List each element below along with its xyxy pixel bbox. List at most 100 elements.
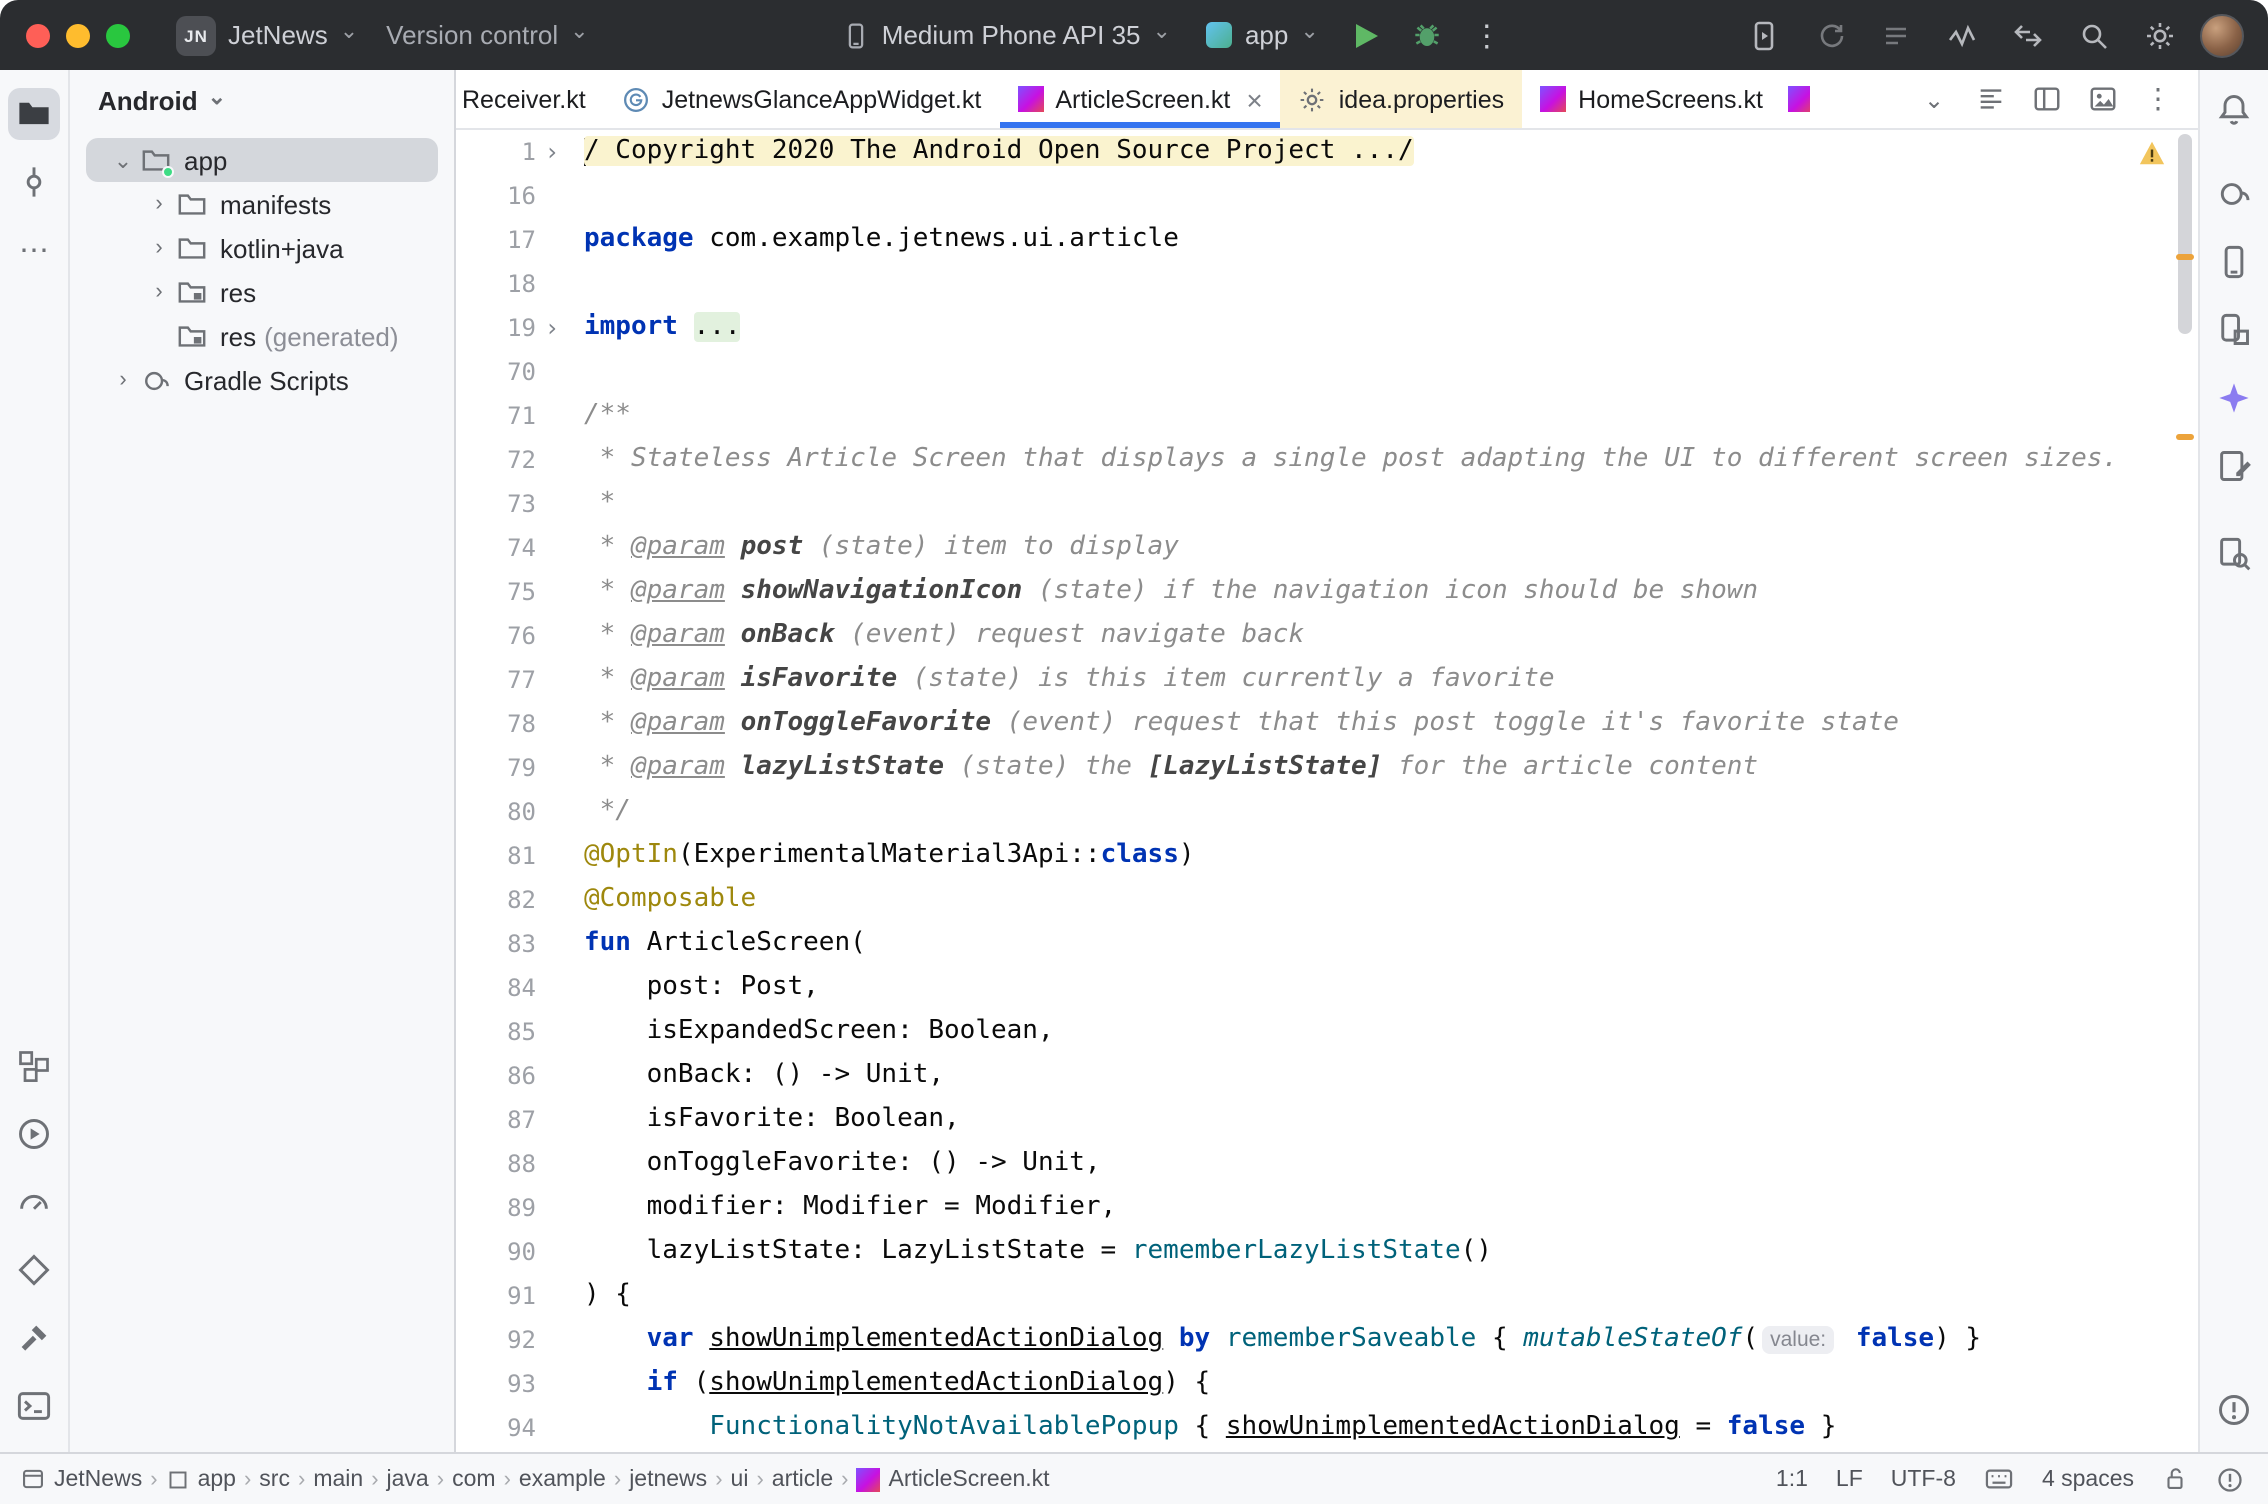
tab-partially-hidden[interactable] [1781, 70, 1811, 128]
code-line[interactable]: 73 * [456, 482, 2198, 526]
code-line[interactable]: 16 [456, 174, 2198, 218]
project-widget[interactable]: JN JetNews ⌄ [162, 9, 372, 61]
caret-position-widget[interactable]: 1:1 [1776, 1467, 1808, 1491]
profiler-tool-button[interactable] [8, 1176, 60, 1228]
line-separator-widget[interactable]: LF [1836, 1467, 1863, 1491]
code-line[interactable]: 90 lazyListState: LazyListState = rememb… [456, 1230, 2198, 1274]
notifications-button[interactable] [2208, 84, 2260, 136]
code-line[interactable]: 72 * Stateless Article Screen that displ… [456, 438, 2198, 482]
code-line[interactable]: 75 * @param showNavigationIcon (state) i… [456, 570, 2198, 614]
chevron-down-icon[interactable]: ⌄ [106, 147, 140, 173]
chevron-right-icon[interactable]: › [142, 192, 176, 216]
run-tool-button[interactable] [8, 1108, 60, 1160]
run-more-actions-button[interactable]: ⋮ [1461, 9, 1513, 61]
gemini-tool-button[interactable] [2208, 372, 2260, 424]
scrollbar-warning-mark[interactable] [2176, 254, 2194, 260]
editor-scrollbar[interactable] [2178, 134, 2192, 334]
find-tool-button[interactable] [2208, 528, 2260, 580]
editor-layout-button[interactable] [1966, 75, 2014, 123]
breadcrumb-item-jetnews[interactable]: jetnews [629, 1467, 707, 1491]
zoom-window-button[interactable] [106, 23, 130, 47]
task-list-button[interactable] [1870, 9, 1922, 61]
breadcrumb-item-com[interactable]: com [452, 1467, 495, 1491]
app-inspection-tool-button[interactable] [8, 1244, 60, 1296]
device-explorer-tool-button[interactable] [2208, 304, 2260, 356]
breadcrumb-item-src[interactable]: src [259, 1467, 290, 1491]
chevron-right-icon[interactable]: › [142, 280, 176, 304]
breadcrumb-item-app[interactable]: app [166, 1467, 236, 1491]
tree-item-res[interactable]: › res [86, 270, 438, 314]
terminal-tool-button[interactable] [8, 1380, 60, 1432]
code-line[interactable]: 87 isFavorite: Boolean, [456, 1098, 2198, 1142]
code-review-button[interactable] [2002, 9, 2054, 61]
settings-button[interactable] [2134, 9, 2186, 61]
breadcrumb-item-example[interactable]: example [519, 1467, 606, 1491]
tree-item-kotlin-java[interactable]: › kotlin+java [86, 226, 438, 270]
device-selector[interactable]: Medium Phone API 35 ⌄ [828, 14, 1185, 56]
indent-widget[interactable]: 4 spaces [2042, 1467, 2134, 1491]
gradle-tool-button[interactable] [2208, 168, 2260, 220]
inspections-widget[interactable] [2138, 140, 2166, 166]
compose-preview-tool-button[interactable] [2208, 440, 2260, 492]
tabbar-more-button[interactable]: ⋮ [2134, 75, 2182, 123]
build-tool-button[interactable] [8, 1312, 60, 1364]
breadcrumb-item-main[interactable]: main [313, 1467, 363, 1491]
scrollbar-warning-mark[interactable] [2176, 434, 2194, 440]
tab-jetnewsglanceappwidget-kt[interactable]: JetnewsGlanceAppWidget.kt [604, 70, 1000, 128]
code-line[interactable]: 86 onBack: () -> Unit, [456, 1054, 2198, 1098]
code-line[interactable]: 81@OptIn(ExperimentalMaterial3Api::class… [456, 834, 2198, 878]
chevron-right-icon[interactable]: › [106, 368, 140, 392]
encoding-widget[interactable]: UTF-8 [1891, 1467, 1956, 1491]
tree-item-app[interactable]: ⌄ app [86, 138, 438, 182]
file-lock-widget[interactable] [2162, 1466, 2188, 1492]
tab-homescreens-kt[interactable]: HomeScreens.kt [1522, 70, 1781, 128]
code-line[interactable]: 18 [456, 262, 2198, 306]
tree-item-manifests[interactable]: › manifests [86, 182, 438, 226]
tab-receiver-kt[interactable]: Receiver.kt [456, 70, 604, 128]
breadcrumb-item-article[interactable]: article [772, 1467, 833, 1491]
run-button[interactable] [1341, 9, 1393, 61]
restore-button[interactable] [1804, 9, 1856, 61]
split-editor-button[interactable] [2022, 75, 2070, 123]
commit-tool-button[interactable] [8, 156, 60, 208]
profile-avatar[interactable] [2200, 13, 2244, 57]
more-tool-windows-button[interactable]: ⋯ [8, 224, 60, 276]
chevron-right-icon[interactable]: › [142, 236, 176, 260]
code-line[interactable]: 82@Composable [456, 878, 2198, 922]
fold-marker-icon[interactable]: › [536, 306, 568, 350]
breadcrumb-item-articlescreen-kt[interactable]: ArticleScreen.kt [857, 1467, 1050, 1491]
preview-button[interactable] [2078, 75, 2126, 123]
debug-button[interactable] [1401, 9, 1453, 61]
close-window-button[interactable] [26, 23, 50, 47]
code-line[interactable]: 71/** [456, 394, 2198, 438]
code-line[interactable]: 80 */ [456, 790, 2198, 834]
device-streaming-button[interactable] [1738, 9, 1790, 61]
device-manager-tool-button[interactable] [2208, 236, 2260, 288]
code-line[interactable]: 77 * @param isFavorite (state) is this i… [456, 658, 2198, 702]
code-line[interactable]: 91) { [456, 1274, 2198, 1318]
tab-idea-properties[interactable]: idea.properties [1281, 70, 1522, 128]
code-line[interactable]: 92 var showUnimplementedActionDialog by … [456, 1318, 2198, 1362]
code-line[interactable]: 89 modifier: Modifier = Modifier, [456, 1186, 2198, 1230]
code-editor[interactable]: 1›/ Copyright 2020 The Android Open Sour… [456, 130, 2198, 1452]
code-line[interactable]: 93 if (showUnimplementedActionDialog) { [456, 1362, 2198, 1406]
project-view-selector[interactable]: Android ⌄ [70, 70, 454, 132]
project-tool-button[interactable] [8, 88, 60, 140]
code-line[interactable]: 83fun ArticleScreen( [456, 922, 2198, 966]
code-line[interactable]: 88 onToggleFavorite: () -> Unit, [456, 1142, 2198, 1186]
profiler-button[interactable] [1936, 9, 1988, 61]
code-line[interactable]: 70 [456, 350, 2198, 394]
run-configuration-selector[interactable]: app ⌄ [1193, 14, 1333, 56]
code-line[interactable]: 79 * @param lazyListState (state) the [L… [456, 746, 2198, 790]
breadcrumb-item-ui[interactable]: ui [731, 1467, 749, 1491]
breadcrumb-item-project[interactable]: JetNews [20, 1466, 142, 1492]
problems-button[interactable] [2208, 1384, 2260, 1436]
minimize-window-button[interactable] [66, 23, 90, 47]
breadcrumb-item-java[interactable]: java [387, 1467, 429, 1491]
inspections-status-widget[interactable] [2216, 1465, 2244, 1493]
close-icon[interactable]: × [1246, 85, 1262, 113]
tab-articlescreen-kt[interactable]: ArticleScreen.kt × [999, 70, 1280, 128]
fold-marker-icon[interactable]: › [536, 130, 568, 174]
code-line[interactable]: 76 * @param onBack (event) request navig… [456, 614, 2198, 658]
code-line[interactable]: 78 * @param onToggleFavorite (event) req… [456, 702, 2198, 746]
